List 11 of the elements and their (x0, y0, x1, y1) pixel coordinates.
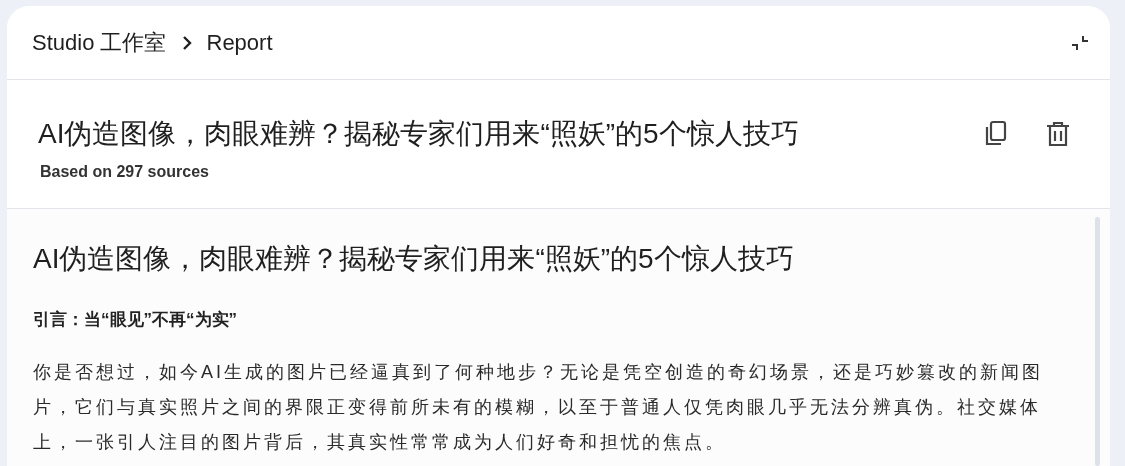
breadcrumb-link[interactable]: Studio 工作室 (32, 26, 167, 59)
breadcrumb-link[interactable]: Report (206, 26, 273, 59)
trash-icon (1045, 120, 1071, 148)
report-title: AI伪造图像，肉眼难辨？揭秘专家们用来“照妖”的5个惊人技巧 (38, 117, 799, 151)
scrollbar[interactable] (1095, 217, 1100, 466)
sources-count: Based on 297 sources (40, 162, 210, 182)
document-heading: AI伪造图像，肉眼难辨？揭秘专家们用来“照妖”的5个惊人技巧 (33, 242, 795, 276)
section-heading: 引言：当“眼见”不再“为实” (33, 309, 238, 331)
chevron-right-icon (180, 33, 193, 52)
paragraph: 你是否想过，如今AI生成的图片已经逼真到了何种地步？无论是凭空创造的奇幻场景，还是巧妙篡改的新闻图片，它们与真实照片之间的界限正变得前所未有的模糊，以至于普通人仅凭肉眼几乎无法分辨真伪。社交媒体上，一张引人注目的图片背后，其真实性常常成为人们好奇和担忧的焦点。 (33, 360, 1044, 454)
copy-icon (983, 120, 1009, 148)
